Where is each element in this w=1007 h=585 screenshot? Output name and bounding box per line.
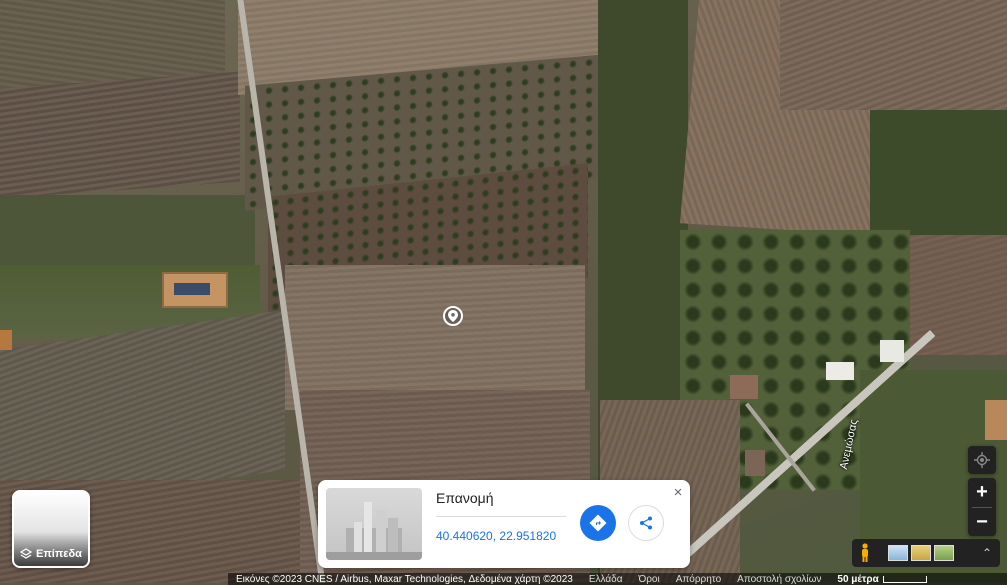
house [880, 340, 904, 362]
house [826, 362, 854, 380]
coordinates-link[interactable]: 40.440620, 22.951820 [436, 529, 556, 543]
imagery-thumbnail[interactable] [911, 545, 931, 561]
divider [436, 516, 566, 517]
house [730, 375, 758, 399]
imagery-thumbnail[interactable] [934, 545, 954, 561]
imagery-thumbnail[interactable] [888, 545, 908, 561]
directions-button[interactable] [580, 505, 616, 541]
layers-button[interactable]: Επίπεδα [12, 490, 90, 568]
my-location-icon [974, 452, 990, 468]
layers-icon [20, 548, 32, 559]
field [0, 195, 255, 265]
chevron-up-icon[interactable]: ⌃ [982, 546, 992, 560]
field [780, 0, 1007, 110]
street-view-bar: ⌃ [852, 539, 1000, 567]
share-icon [640, 516, 652, 530]
share-button[interactable] [628, 505, 664, 541]
layers-label: Επίπεδα [36, 548, 82, 560]
place-name: Επανομή [436, 490, 494, 506]
location-pin-icon[interactable] [443, 306, 463, 326]
house [985, 400, 1007, 440]
house [0, 330, 12, 350]
directions-icon [589, 514, 607, 532]
my-location-button[interactable] [968, 446, 996, 474]
field [0, 71, 240, 199]
zoom-in-button[interactable]: + [968, 478, 996, 507]
field [285, 265, 585, 410]
pegman-icon[interactable] [852, 543, 878, 563]
street-view-thumbnail[interactable] [326, 488, 422, 560]
house-with-solar-panels [162, 272, 228, 308]
house [745, 450, 765, 476]
close-button[interactable]: × [670, 484, 686, 501]
info-card: Επανομή 40.440620, 22.951820 × [318, 480, 690, 568]
tree-line [870, 110, 1007, 250]
scale-bar [882, 575, 927, 583]
zoom-controls: + − [968, 478, 996, 536]
zoom-out-button[interactable]: − [968, 508, 996, 537]
attribution-bar: Εικόνες ©2023 CNES / Airbus, Maxar Techn… [228, 573, 1007, 585]
